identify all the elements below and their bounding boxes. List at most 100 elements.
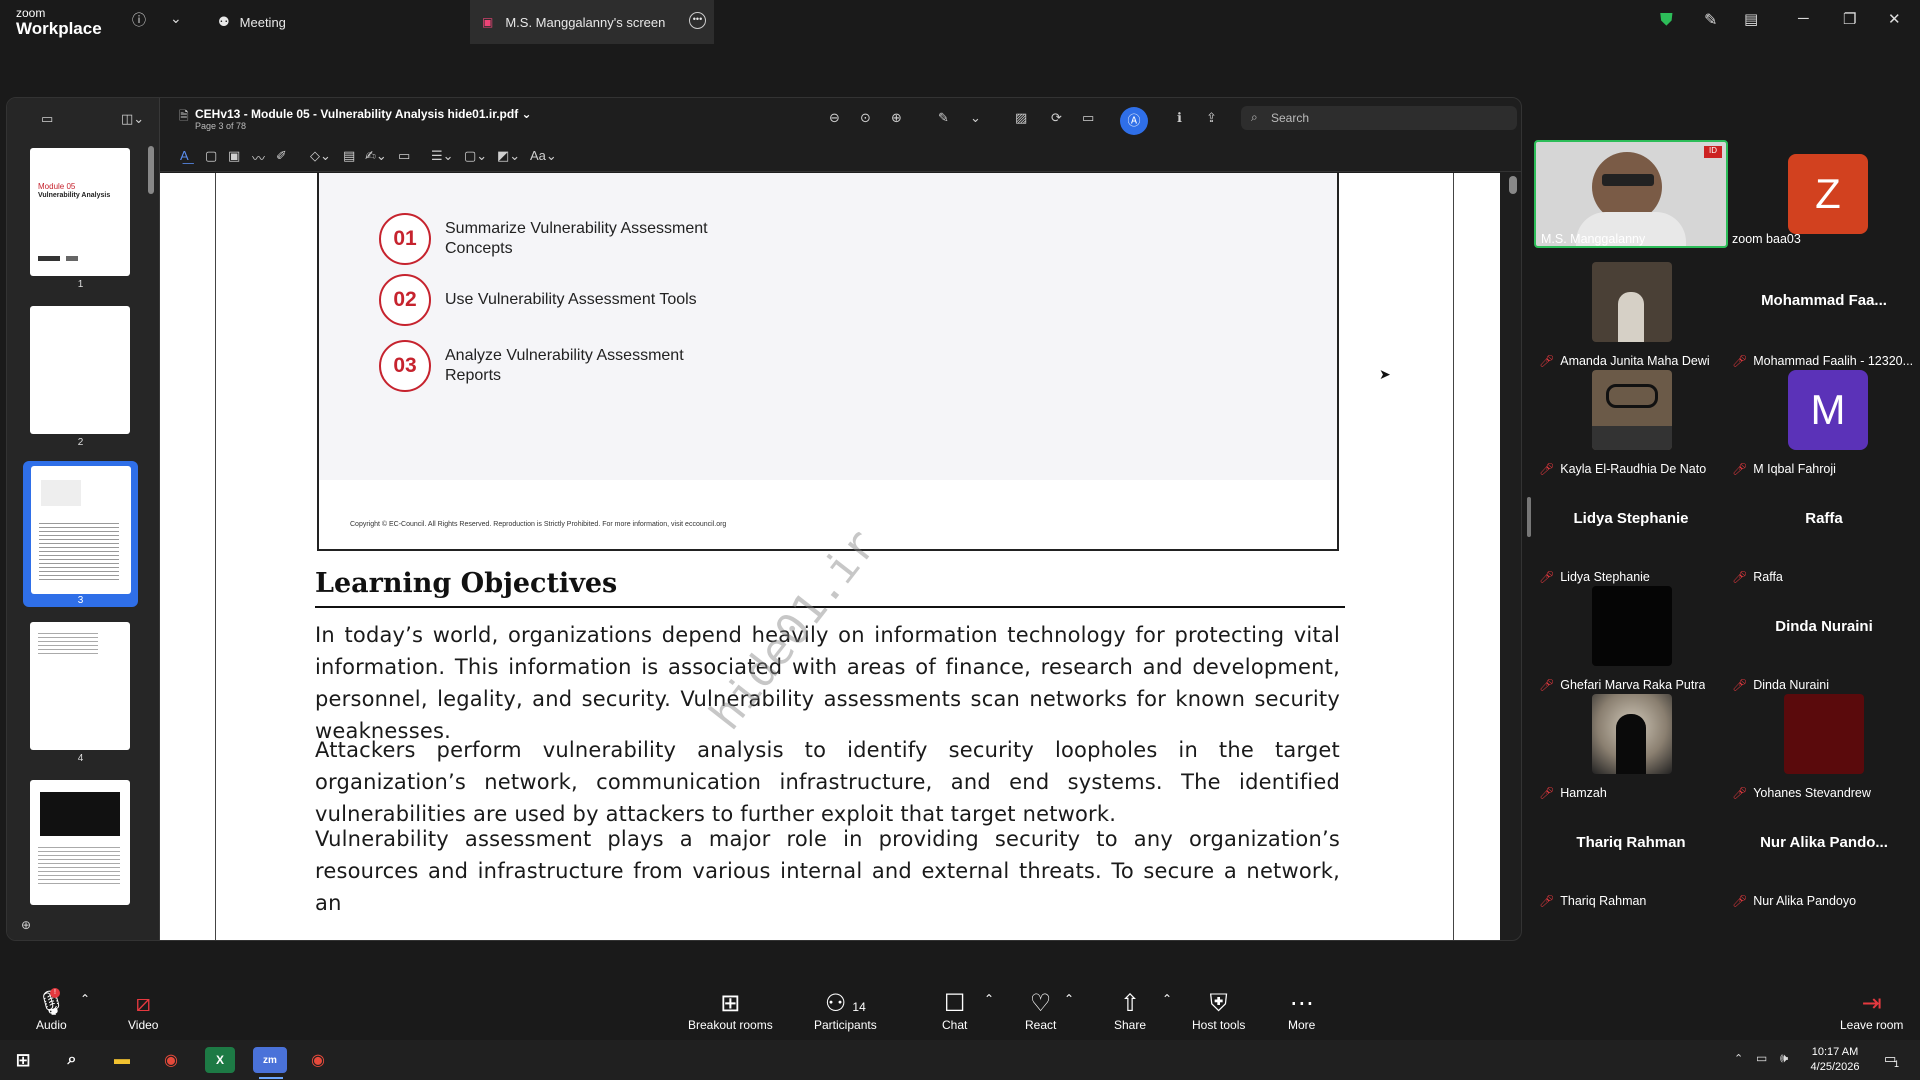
- chevron-down-icon[interactable]: ⌄: [522, 107, 532, 121]
- zoom-fit-icon[interactable]: ⊙: [860, 110, 871, 126]
- participant-tile[interactable]: 🎤︎ Hamzah: [1534, 694, 1728, 800]
- tab-shared-screen[interactable]: ▣ M.S. Manggalanny's screen •••: [470, 0, 714, 44]
- video-button[interactable]: ⧄ Video: [128, 990, 158, 1032]
- thumbnail-page-1[interactable]: Module 05 Vulnerability Analysis: [30, 148, 130, 276]
- share-icon[interactable]: ⇪: [1206, 110, 1217, 126]
- muted-mic-icon: 🎤︎: [1539, 462, 1555, 476]
- participant-tile[interactable]: ID M.S. Manggalanny: [1534, 140, 1728, 248]
- shape-style-icon[interactable]: ☰⌄: [431, 148, 454, 164]
- network-icon[interactable]: ▭: [1756, 1051, 1767, 1065]
- breakout-rooms-button[interactable]: ⊞ Breakout rooms: [688, 990, 773, 1032]
- participant-tile[interactable]: Lidya Stephanie 🎤︎ Lidya Stephanie: [1534, 478, 1728, 584]
- markup-toolbar-icon[interactable]: Ⓐ: [1120, 107, 1148, 135]
- panel-resize-handle[interactable]: [1527, 497, 1531, 537]
- text-box-icon[interactable]: ▤: [343, 148, 355, 164]
- react-options-chevron-icon[interactable]: ⌃: [1064, 992, 1074, 1006]
- notification-icon[interactable]: ▭ 1: [1884, 1051, 1899, 1069]
- zoom-in-icon[interactable]: ⊕: [891, 110, 902, 126]
- redact-icon[interactable]: ▣: [228, 148, 240, 164]
- sketch-icon[interactable]: 〰: [252, 148, 265, 167]
- rotate-icon[interactable]: ⟳: [1051, 110, 1062, 126]
- participant-tile[interactable]: Thariq Rahman 🎤︎ Thariq Rahman: [1534, 802, 1728, 908]
- participant-tile[interactable]: Mohammad Faa... 🎤︎ Mohammad Faalih - 1232…: [1727, 262, 1920, 368]
- share-button[interactable]: ⇧ Share: [1114, 990, 1146, 1032]
- chevron-down-icon[interactable]: ⌄: [970, 110, 981, 126]
- muted-mic-icon: 🎤︎: [1539, 678, 1555, 692]
- share-options-chevron-icon[interactable]: ⌃: [1162, 992, 1172, 1006]
- participant-tile[interactable]: M 🎤︎ M Iqbal Fahroji: [1727, 370, 1920, 476]
- participant-tile[interactable]: Raffa 🎤︎ Raffa: [1727, 478, 1920, 584]
- more-button[interactable]: ⋯ More: [1288, 990, 1315, 1032]
- clock[interactable]: 10:17 AM 4/25/2026: [1806, 1045, 1864, 1075]
- participant-tile[interactable]: Dinda Nuraini 🎤︎ Dinda Nuraini: [1727, 586, 1920, 692]
- muted-mic-icon: 🎤︎: [1539, 354, 1555, 368]
- audio-options-chevron-icon[interactable]: ⌃: [80, 992, 90, 1006]
- leave-icon: ⇥: [1861, 990, 1882, 1017]
- host-tools-button[interactable]: ⛨ Host tools: [1192, 990, 1245, 1032]
- annotate-pen-icon[interactable]: ✎: [1704, 10, 1717, 30]
- sidebar-scrollbar[interactable]: [148, 146, 154, 194]
- sidebar-toggle-icon[interactable]: ◫⌄: [121, 111, 144, 127]
- participant-tile[interactable]: Nur Alika Pando... 🎤︎ Nur Alika Pandoyo: [1727, 802, 1920, 908]
- draw-icon[interactable]: ✐: [276, 148, 287, 164]
- participants-button[interactable]: ⚇ 14 Participants: [814, 990, 877, 1032]
- text-selection-icon[interactable]: A͟: [180, 148, 189, 163]
- text-style-icon[interactable]: Aa⌄: [530, 148, 557, 164]
- chrome-profile-icon[interactable]: ◉: [303, 1047, 333, 1073]
- objective-number-badge: 01: [379, 213, 431, 265]
- shapes-icon[interactable]: ◇⌄: [310, 148, 331, 164]
- search-icon[interactable]: ⌕: [57, 1047, 87, 1073]
- file-explorer-icon[interactable]: ▬: [107, 1047, 137, 1073]
- search-input[interactable]: ⌕ Search: [1241, 106, 1517, 130]
- paragraph: Attackers perform vulnerability analysis…: [315, 738, 1340, 826]
- image-icon[interactable]: ▨: [1015, 110, 1027, 126]
- restore-icon[interactable]: ❐: [1843, 10, 1856, 28]
- excel-icon[interactable]: X: [205, 1047, 235, 1073]
- more-options-icon[interactable]: •••: [689, 12, 706, 29]
- border-color-icon[interactable]: ▢⌄: [464, 148, 487, 164]
- chevron-down-icon[interactable]: ⌄: [170, 10, 182, 27]
- note-icon[interactable]: ▭: [398, 148, 410, 164]
- chat-button[interactable]: ☐ Chat: [942, 990, 967, 1032]
- document-title[interactable]: CEHv13 - Module 05 - Vulnerability Analy…: [195, 107, 532, 121]
- audio-button[interactable]: 🎙︎! Audio: [36, 988, 67, 1032]
- close-icon[interactable]: ✕: [1888, 10, 1901, 28]
- signature-icon[interactable]: ✍⌄: [365, 148, 387, 164]
- participant-tile[interactable]: 🎤︎ Yohanes Stevandrew: [1727, 694, 1920, 800]
- thumbnail-page-4[interactable]: [30, 622, 130, 750]
- participant-tile[interactable]: Z zoom baa03: [1727, 140, 1920, 246]
- fill-color-icon[interactable]: ◩⌄: [497, 148, 520, 164]
- react-button[interactable]: ♡ React: [1025, 990, 1056, 1032]
- thumbnail-page-3[interactable]: [31, 466, 131, 594]
- leave-room-button[interactable]: ⇥ Leave room: [1840, 990, 1903, 1032]
- security-shield-icon[interactable]: ⛊: [1660, 10, 1673, 30]
- share-screen-icon: ⇧: [1119, 990, 1141, 1017]
- form-icon[interactable]: ▭: [1082, 110, 1094, 126]
- windows-start-icon[interactable]: ⊞: [8, 1047, 38, 1073]
- volume-icon[interactable]: 🕪︎: [1780, 1050, 1788, 1066]
- pdf-scrollbar[interactable]: [1509, 176, 1517, 194]
- highlight-pen-icon[interactable]: ✎: [938, 110, 949, 126]
- add-page-icon[interactable]: ⊕: [21, 918, 31, 932]
- participant-video: [1592, 370, 1672, 450]
- sidebar-panel-icon[interactable]: ▭: [41, 111, 53, 127]
- more-icon: ⋯: [1289, 990, 1314, 1017]
- view-layout-icon[interactable]: ▤: [1744, 10, 1758, 28]
- zoom-out-icon[interactable]: ⊖: [829, 110, 840, 126]
- tab-meeting[interactable]: ⚉ Meeting: [218, 0, 286, 44]
- pdf-content-area[interactable]: 01 Summarize Vulnerability Assessment Co…: [160, 173, 1500, 940]
- participant-tile[interactable]: 🎤︎ Ghefari Marva Raka Putra: [1534, 586, 1728, 692]
- chrome-icon[interactable]: ◉: [156, 1047, 186, 1073]
- zoom-taskbar-icon[interactable]: zm: [253, 1047, 287, 1073]
- thumbnail-page-2[interactable]: [30, 306, 130, 434]
- info-icon[interactable]: ⓘ: [132, 10, 146, 30]
- muted-mic-icon: 🎤︎: [1732, 462, 1748, 476]
- participant-tile[interactable]: 🎤︎ Kayla El-Raudhia De Nato: [1534, 370, 1728, 476]
- rectangle-select-icon[interactable]: ▢: [205, 148, 217, 164]
- tray-chevron-icon[interactable]: ⌃: [1734, 1052, 1743, 1065]
- participant-tile[interactable]: 🎤︎ Amanda Junita Maha Dewi: [1534, 262, 1728, 368]
- chat-options-chevron-icon[interactable]: ⌃: [984, 992, 994, 1006]
- info-icon[interactable]: ℹ: [1177, 110, 1182, 126]
- minimize-icon[interactable]: ─: [1798, 10, 1809, 27]
- thumbnail-page-5[interactable]: [30, 780, 130, 905]
